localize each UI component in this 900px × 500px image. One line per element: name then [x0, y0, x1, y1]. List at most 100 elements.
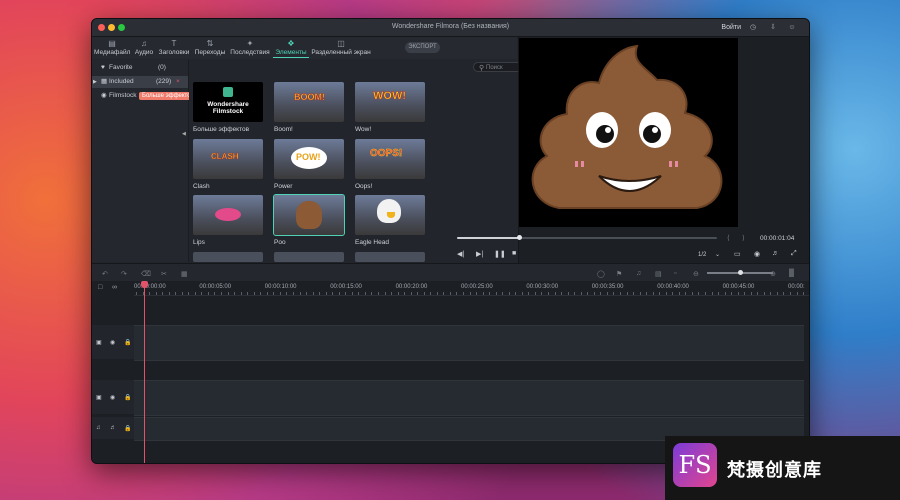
playhead-handle[interactable] — [141, 281, 148, 288]
ruler-tick — [593, 292, 595, 295]
ruler-label: 00:00:30:00 — [526, 284, 559, 290]
display-icon[interactable]: ▭ — [734, 250, 741, 258]
effect-thumb-lips[interactable] — [193, 195, 263, 235]
speaker-icon[interactable]: ♬ — [110, 425, 116, 431]
timeline-ruler[interactable]: 00:00:00:00 00:00:05:00 00:00:10:00 00:00:1… — [134, 281, 809, 296]
tab-audio[interactable]: ♫ Аудио — [132, 39, 156, 56]
search-input-placeholder: Поиск — [486, 65, 503, 71]
close-icon[interactable]: × — [176, 76, 180, 88]
timeline-zoom-knob[interactable] — [738, 270, 743, 275]
ruler-tick — [495, 292, 497, 295]
render-icon[interactable]: ◯ — [597, 270, 605, 278]
quality-select[interactable]: 1/2 ⌄ — [698, 251, 720, 258]
collapse-arrow-icon[interactable]: ◀ — [182, 131, 186, 137]
volume-icon[interactable]: ♬ — [772, 250, 779, 257]
tab-media[interactable]: ▤ Медиафайл — [94, 39, 130, 56]
track-video-2[interactable] — [134, 325, 804, 361]
prev-marker-icon[interactable]: ⟨ — [727, 234, 730, 242]
effect-thumb-boom[interactable]: BOOM! — [274, 82, 344, 122]
video-track-icon: ▣ — [96, 395, 102, 401]
add-track-icon[interactable]: □ — [98, 284, 102, 291]
effect-thumb-power[interactable]: POW! — [274, 139, 344, 179]
ruler-tick — [796, 292, 798, 295]
ruler-tick — [711, 292, 713, 295]
snapshot-icon[interactable]: ◉ — [754, 250, 760, 258]
preview-progress-bar[interactable] — [457, 235, 717, 240]
effect-thumb-filmstock[interactable]: Wondershare Filmstock — [193, 82, 263, 122]
effect-thumb-clash[interactable]: CLASH — [193, 139, 263, 179]
export-button[interactable]: ЭКСПОРТ — [405, 42, 440, 53]
track-video-1[interactable] — [134, 380, 804, 416]
ruler-tick — [188, 292, 190, 295]
sidebar-item-label: Favorite — [109, 64, 133, 71]
cut-icon[interactable]: ✂ — [161, 270, 167, 278]
ruler-tick — [502, 292, 504, 295]
ruler-tick — [489, 292, 491, 295]
effect-label: Lips — [193, 239, 205, 246]
eye-icon[interactable]: ◉ — [110, 339, 115, 346]
effect-thumb-partial[interactable] — [355, 252, 425, 262]
effect-thumb-poo[interactable] — [273, 194, 345, 236]
ruler-tick — [410, 292, 412, 295]
sidebar-item-favorite[interactable]: ♥ Favorite (0) — [92, 62, 188, 74]
link-icon[interactable]: ∞ — [112, 284, 117, 291]
crop-icon[interactable]: ▦ — [181, 270, 188, 278]
subtitles-icon[interactable]: ▫ — [674, 270, 676, 277]
undo-icon[interactable]: ↶ — [102, 270, 108, 278]
redo-icon[interactable]: ↷ — [121, 270, 127, 278]
effect-label: Boom! — [274, 126, 293, 133]
support-icon[interactable]: ◷ — [749, 24, 757, 32]
tab-elements[interactable]: ❖ Элементы — [273, 39, 309, 58]
effect-thumb-partial[interactable] — [274, 252, 344, 262]
timeline-zoom-slider[interactable] — [707, 270, 773, 275]
effect-label: Oops! — [355, 183, 373, 190]
ruler-tick — [299, 292, 301, 295]
tab-transitions[interactable]: ⇅ Переходы — [193, 39, 227, 56]
fullscreen-icon[interactable]: ⤢ — [791, 250, 797, 258]
lock-icon[interactable]: 🔒 — [124, 425, 131, 432]
login-button[interactable]: Войти — [721, 24, 741, 31]
download-icon[interactable]: ⇩ — [769, 24, 777, 32]
effect-thumb-partial[interactable] — [193, 252, 263, 262]
tab-effects[interactable]: ✦ Последствия — [229, 39, 271, 56]
timeline-settings-icon[interactable]: █ — [789, 270, 794, 277]
eye-icon[interactable]: ◉ — [110, 394, 115, 401]
play-step-icon[interactable]: ▶| — [476, 250, 483, 258]
ruler-tick — [633, 292, 635, 295]
tab-label: Последствия — [230, 49, 270, 56]
effect-label: Clash — [193, 183, 210, 190]
eagle-beak-shape — [387, 212, 395, 218]
stop-icon[interactable]: ■ — [512, 250, 516, 257]
pause-icon[interactable]: ❚❚ — [494, 250, 506, 258]
title-bar: Wondershare Filmora (Без названия) Войти… — [92, 19, 809, 37]
account-icon[interactable]: ☺ — [788, 24, 796, 32]
delete-icon[interactable]: ⌫ — [141, 270, 151, 278]
ruler-tick — [351, 292, 353, 295]
effect-thumb-oops[interactable]: OOPS! — [355, 139, 425, 179]
ruler-tick — [770, 292, 772, 295]
sidebar-item-included[interactable]: ▶ ▦ Included (229) × — [92, 76, 188, 88]
ruler-tick — [528, 292, 530, 295]
lock-icon[interactable]: 🔒 — [124, 339, 131, 346]
track-header-audio-1: ♫ ♬ 🔒 — [92, 417, 135, 439]
ruler-tick — [221, 292, 223, 295]
microphone-icon[interactable]: ♫ — [636, 270, 641, 277]
media-toolbar: ▤ Медиафайл ♫ Аудио T Заголовки ⇅ Перехо… — [92, 37, 517, 59]
playhead-line[interactable] — [144, 281, 145, 463]
category-sidebar: ♥ Favorite (0) ▶ ▦ Included (229) × ◉ Fi… — [92, 60, 189, 262]
lock-icon[interactable]: 🔒 — [124, 394, 131, 401]
track-header-video-1: ▣ ◉ 🔒 — [92, 380, 135, 414]
effect-thumb-wow[interactable]: WOW! — [355, 82, 425, 122]
effect-thumb-eagle[interactable] — [355, 195, 425, 235]
zoom-out-icon[interactable]: ⊖ — [693, 270, 699, 278]
tab-titles[interactable]: T Заголовки — [157, 39, 191, 56]
sidebar-item-label: Filmstock — [109, 92, 137, 99]
step-back-icon[interactable]: ◀| — [457, 250, 464, 258]
tab-split-screen[interactable]: ◫ Разделенный экран — [310, 39, 372, 56]
audio-mixer-icon[interactable]: ▤ — [655, 270, 662, 278]
next-marker-icon[interactable]: ⟩ — [742, 234, 745, 242]
ruler-tick — [260, 292, 262, 295]
marker-icon[interactable]: ⚑ — [616, 270, 622, 278]
active-tab-underline — [273, 57, 309, 58]
preview-canvas[interactable] — [519, 38, 738, 227]
